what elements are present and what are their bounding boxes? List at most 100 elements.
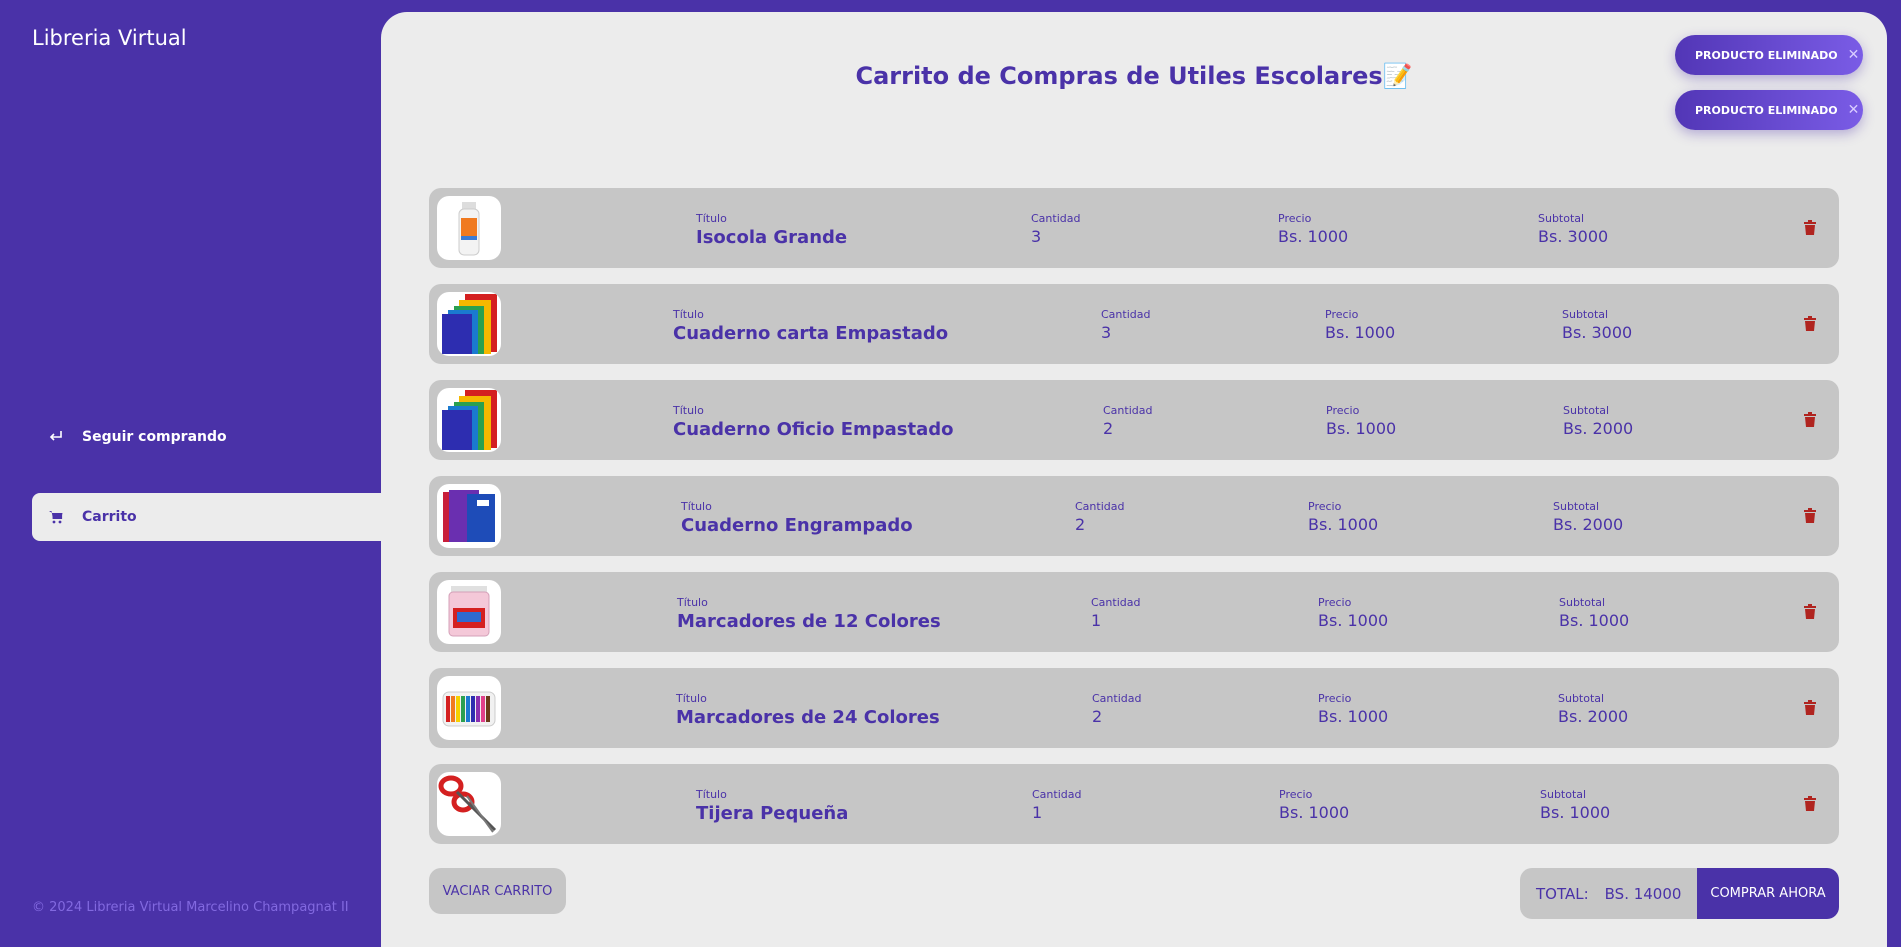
cart-item-row: Título Marcadores de 12 Colores Cantidad… bbox=[429, 572, 1839, 652]
item-quantity: 1 bbox=[1091, 611, 1102, 630]
subtotal-label: Subtotal bbox=[1558, 692, 1605, 705]
item-price-field: Precio Bs. 1000 bbox=[1279, 788, 1349, 822]
cart-icon bbox=[46, 510, 66, 524]
item-title-field: Título Marcadores de 12 Colores bbox=[677, 596, 941, 632]
page-title: Carrito de Compras de Utiles Escolares📝 bbox=[855, 62, 1413, 90]
title-label: Título bbox=[673, 308, 704, 321]
item-price-field: Precio Bs. 1000 bbox=[1318, 692, 1388, 726]
item-subtotal-field: Subtotal Bs. 2000 bbox=[1553, 500, 1623, 534]
subtotal-label: Subtotal bbox=[1562, 308, 1609, 321]
toast-text: PRODUCTO ELIMINADO bbox=[1695, 48, 1838, 62]
total-label: TOTAL: bbox=[1536, 884, 1589, 903]
item-title: Isocola Grande bbox=[696, 227, 848, 248]
item-price: Bs. 1000 bbox=[1308, 515, 1379, 534]
title-label: Título bbox=[696, 788, 727, 801]
cart-item-row: Título Cuaderno Oficio Empastado Cantida… bbox=[429, 380, 1839, 460]
quantity-label: Cantidad bbox=[1031, 212, 1081, 225]
sidebar-item-label: Carrito bbox=[82, 509, 137, 525]
trash-icon[interactable] bbox=[1803, 604, 1817, 620]
item-subtotal-field: Subtotal Bs. 3000 bbox=[1538, 212, 1608, 246]
item-subtotal-field: Subtotal Bs. 3000 bbox=[1562, 308, 1632, 342]
product-image-marker-fan bbox=[437, 676, 501, 740]
buy-now-button[interactable]: COMPRAR AHORA bbox=[1697, 868, 1839, 919]
cart-panel: Carrito de Compras de Utiles Escolares📝 … bbox=[381, 12, 1887, 947]
product-image-colored-notebooks bbox=[437, 292, 501, 356]
item-price-field: Precio Bs. 1000 bbox=[1278, 212, 1348, 246]
close-icon[interactable]: ✕ bbox=[1848, 102, 1860, 118]
item-subtotal: Bs. 3000 bbox=[1538, 227, 1609, 246]
sidebar-item-label: Seguir comprando bbox=[82, 429, 227, 445]
quantity-label: Cantidad bbox=[1103, 404, 1153, 417]
item-quantity: 3 bbox=[1031, 227, 1042, 246]
price-label: Precio bbox=[1318, 596, 1352, 609]
item-title-field: Título Marcadores de 24 Colores bbox=[676, 692, 940, 728]
item-quantity-field: Cantidad 3 bbox=[1031, 212, 1080, 246]
quantity-label: Cantidad bbox=[1092, 692, 1142, 705]
sidebar-item-seguir-comprando[interactable]: Seguir comprando bbox=[32, 413, 381, 461]
title-label: Título bbox=[673, 404, 704, 417]
trash-icon[interactable] bbox=[1803, 412, 1817, 428]
item-subtotal-field: Subtotal Bs. 1000 bbox=[1559, 596, 1629, 630]
item-price: Bs. 1000 bbox=[1318, 611, 1389, 630]
item-subtotal: Bs. 2000 bbox=[1553, 515, 1624, 534]
item-subtotal-field: Subtotal Bs. 2000 bbox=[1563, 404, 1633, 438]
subtotal-label: Subtotal bbox=[1540, 788, 1587, 801]
cart-item-row: Título Cuaderno Engrampado Cantidad 2 Pr… bbox=[429, 476, 1839, 556]
price-label: Precio bbox=[1278, 212, 1312, 225]
item-subtotal: Bs. 3000 bbox=[1562, 323, 1633, 342]
item-subtotal-field: Subtotal Bs. 2000 bbox=[1558, 692, 1628, 726]
cart-item-row: Título Cuaderno carta Empastado Cantidad… bbox=[429, 284, 1839, 364]
quantity-label: Cantidad bbox=[1032, 788, 1082, 801]
subtotal-label: Subtotal bbox=[1538, 212, 1585, 225]
toast-notification: PRODUCTO ELIMINADO ✕ bbox=[1675, 90, 1863, 130]
item-title-field: Título Cuaderno Oficio Empastado bbox=[673, 404, 954, 440]
trash-icon[interactable] bbox=[1803, 220, 1817, 236]
total-value: BS. 14000 bbox=[1604, 884, 1682, 903]
total-box: TOTAL: BS. 14000 bbox=[1520, 868, 1697, 919]
item-title: Cuaderno Oficio Empastado bbox=[673, 419, 954, 440]
toast-notification: PRODUCTO ELIMINADO ✕ bbox=[1675, 35, 1863, 75]
product-image-stapled-notebooks bbox=[437, 484, 501, 548]
item-price-field: Precio Bs. 1000 bbox=[1308, 500, 1378, 534]
price-label: Precio bbox=[1325, 308, 1359, 321]
item-title-field: Título Cuaderno Engrampado bbox=[681, 500, 913, 536]
close-icon[interactable]: ✕ bbox=[1848, 47, 1860, 63]
item-title: Marcadores de 24 Colores bbox=[676, 707, 940, 728]
item-quantity-field: Cantidad 2 bbox=[1092, 692, 1141, 726]
toast-text: PRODUCTO ELIMINADO bbox=[1695, 103, 1838, 117]
item-title: Cuaderno Engrampado bbox=[681, 515, 913, 536]
quantity-label: Cantidad bbox=[1101, 308, 1151, 321]
item-title-field: Título Tijera Pequeña bbox=[696, 788, 848, 824]
trash-icon[interactable] bbox=[1803, 508, 1817, 524]
item-subtotal: Bs. 1000 bbox=[1559, 611, 1630, 630]
item-subtotal: Bs. 2000 bbox=[1563, 419, 1634, 438]
item-quantity-field: Cantidad 1 bbox=[1032, 788, 1081, 822]
item-price: Bs. 1000 bbox=[1325, 323, 1396, 342]
trash-icon[interactable] bbox=[1803, 316, 1817, 332]
item-price-field: Precio Bs. 1000 bbox=[1326, 404, 1396, 438]
product-image-scissors bbox=[437, 772, 501, 836]
cart-item-row: Título Marcadores de 24 Colores Cantidad… bbox=[429, 668, 1839, 748]
product-image-colored-notebooks bbox=[437, 388, 501, 452]
price-label: Precio bbox=[1318, 692, 1352, 705]
item-title-field: Título Cuaderno carta Empastado bbox=[673, 308, 948, 344]
item-quantity-field: Cantidad 2 bbox=[1103, 404, 1152, 438]
item-price: Bs. 1000 bbox=[1326, 419, 1397, 438]
item-title: Cuaderno carta Empastado bbox=[673, 323, 949, 344]
sidebar-item-carrito[interactable]: Carrito bbox=[32, 493, 381, 541]
trash-icon[interactable] bbox=[1803, 700, 1817, 716]
item-quantity: 2 bbox=[1103, 419, 1114, 438]
item-subtotal-field: Subtotal Bs. 1000 bbox=[1540, 788, 1610, 822]
item-price-field: Precio Bs. 1000 bbox=[1325, 308, 1395, 342]
cart-item-row: Título Tijera Pequeña Cantidad 1 Precio … bbox=[429, 764, 1839, 844]
title-label: Título bbox=[696, 212, 727, 225]
item-quantity: 1 bbox=[1032, 803, 1043, 822]
subtotal-label: Subtotal bbox=[1559, 596, 1606, 609]
trash-icon[interactable] bbox=[1803, 796, 1817, 812]
price-label: Precio bbox=[1326, 404, 1360, 417]
empty-cart-button[interactable]: VACIAR CARRITO bbox=[429, 868, 566, 914]
item-quantity: 2 bbox=[1092, 707, 1103, 726]
return-icon bbox=[46, 430, 66, 444]
item-quantity: 2 bbox=[1075, 515, 1086, 534]
subtotal-label: Subtotal bbox=[1563, 404, 1610, 417]
